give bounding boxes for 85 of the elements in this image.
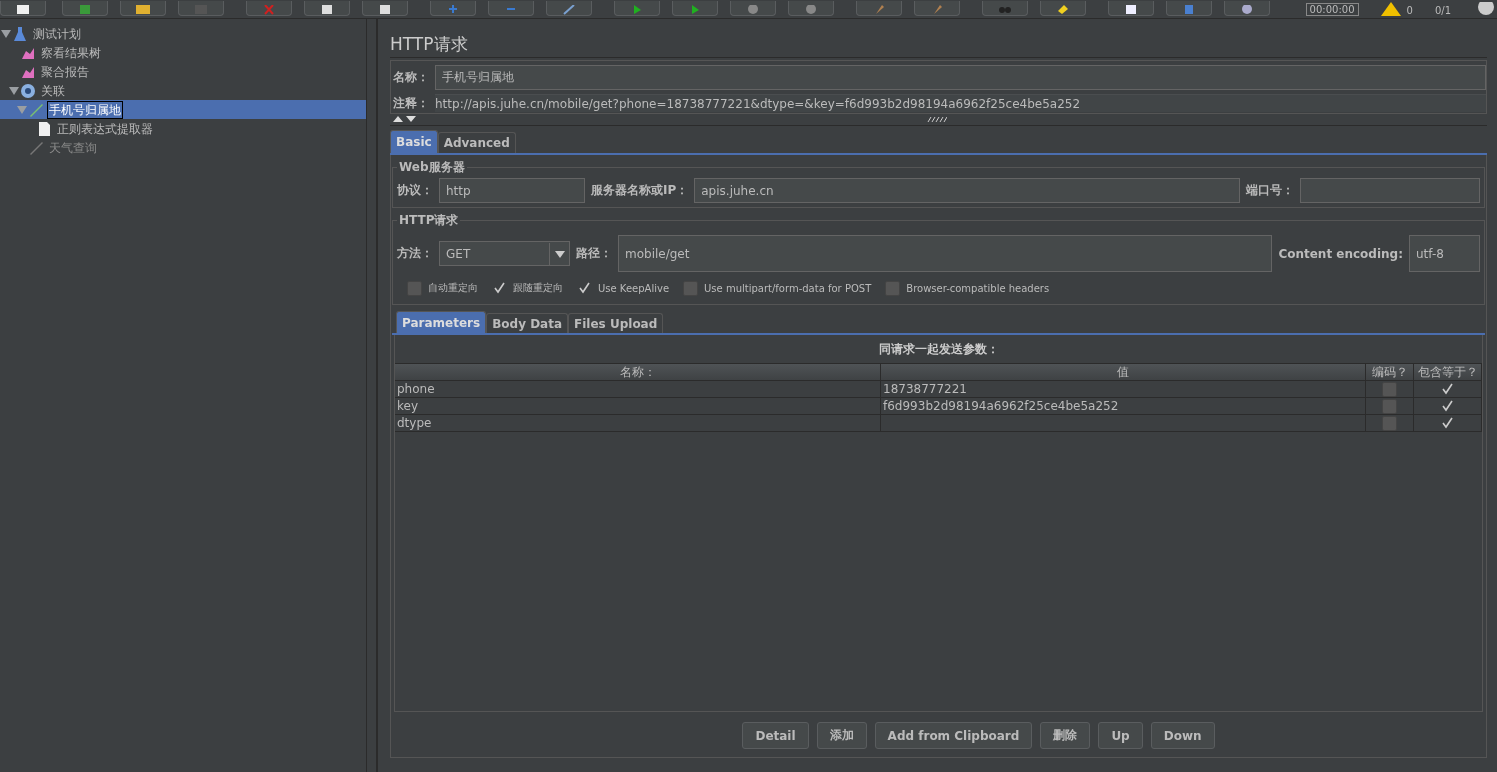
field-label: 方法：: [397, 245, 433, 262]
document-icon: [36, 120, 52, 137]
panel-title: HTTP请求: [390, 33, 1487, 58]
name-field[interactable]: 手机号归属地: [435, 64, 1486, 90]
tab[interactable]: Basic: [390, 130, 438, 153]
checkbox-label: 自动重定向: [428, 281, 478, 295]
checkmark-icon: [578, 281, 591, 295]
checkbox[interactable]: [1440, 381, 1455, 397]
checkbox-label: 跟随重定向: [513, 281, 563, 295]
tree-item[interactable]: 聚合报告: [39, 62, 91, 81]
field-label: 服务器名称或IP：: [591, 182, 689, 199]
field-label: 端口号：: [1246, 182, 1294, 199]
checkbox-label: Browser-compatible headers: [906, 282, 1050, 294]
checkmark-icon: [493, 281, 506, 295]
field-label: Content encoding:: [1278, 246, 1403, 261]
document-icon: [14, 5, 32, 15]
port-field[interactable]: [1300, 178, 1480, 203]
tree-item[interactable]: 关联: [39, 81, 67, 100]
checkbox[interactable]: [407, 280, 422, 296]
action-button[interactable]: Down: [1150, 722, 1215, 749]
group-title: Web服务器: [398, 159, 466, 176]
checkbox[interactable]: [885, 280, 901, 296]
column-header[interactable]: 名称：: [395, 364, 881, 380]
checkbox[interactable]: [1440, 415, 1455, 431]
group-title: HTTP请求: [398, 212, 460, 229]
toolbar-button[interactable]: [120, 1, 166, 16]
expand-toggle-icon[interactable]: [0, 28, 12, 39]
action-button[interactable]: Up: [1098, 722, 1143, 749]
table-cell: f6d993b2d98194a6962f25ce4be5a252: [881, 398, 1366, 414]
checkbox[interactable]: [1382, 415, 1397, 431]
column-header[interactable]: 包含等于？: [1414, 364, 1482, 380]
toolbar-button[interactable]: [1040, 1, 1086, 16]
action-button[interactable]: 删除: [1040, 722, 1091, 749]
action-button[interactable]: Add from Clipboard: [874, 722, 1033, 749]
action-button[interactable]: Detail: [742, 722, 809, 749]
field-label: 注释：: [393, 94, 429, 112]
checkbox-label: Use KeepAlive: [598, 282, 670, 294]
comment-field[interactable]: http://apis.juhe.cn/mobile/get?phone=18738777221&dtype=&key=f6d993b2d98194a6962f25ce4be5a252: [435, 94, 1486, 112]
path-field[interactable]: mobile/get: [618, 235, 1273, 272]
tab[interactable]: Parameters: [396, 311, 487, 333]
encoding-field[interactable]: utf-8: [1409, 235, 1480, 272]
thread-count: 0/1: [1434, 5, 1451, 16]
flask-icon: [12, 25, 28, 42]
table-cell: dtype: [395, 415, 881, 431]
checkbox[interactable]: [1382, 398, 1397, 414]
server-field[interactable]: apis.juhe.cn: [694, 178, 1240, 203]
field-label: 路径：: [576, 245, 612, 262]
checkbox[interactable]: [683, 280, 699, 296]
field-label: 协议：: [397, 182, 433, 199]
table-cell: key: [395, 398, 881, 414]
field-label: 名称：: [393, 68, 429, 86]
expand-toggle-icon[interactable]: [8, 85, 20, 96]
tree-item[interactable]: 测试计划: [31, 24, 83, 43]
toolbar-button[interactable]: [1224, 1, 1270, 16]
tab[interactable]: Body Data: [486, 313, 569, 333]
expand-toggle-icon[interactable]: [16, 104, 28, 115]
gear-icon: [20, 82, 36, 99]
table-title: 同请求一起发送参数：: [877, 340, 1000, 358]
action-button[interactable]: 添加: [816, 722, 867, 749]
warning-count: 0: [1406, 5, 1413, 16]
tree-item[interactable]: 察看结果树: [39, 43, 103, 62]
checkbox[interactable]: [1382, 381, 1397, 397]
table-cell: 18738777221: [881, 381, 1366, 397]
toolbar-button[interactable]: [1108, 1, 1154, 16]
checkbox[interactable]: [1440, 398, 1455, 414]
toolbar-button[interactable]: [0, 1, 46, 16]
grip-icon[interactable]: [927, 117, 947, 122]
toolbar-button[interactable]: [362, 1, 408, 16]
binoculars-icon: [996, 5, 1014, 15]
collapse-arrows-icon[interactable]: [392, 116, 418, 123]
tab[interactable]: Files Upload: [568, 313, 664, 333]
warning-icon: [1380, 2, 1401, 16]
folder-icon: [134, 5, 152, 15]
protocol-field[interactable]: http: [439, 178, 585, 203]
method-dropdown[interactable]: GET: [439, 241, 570, 266]
toolbar-button[interactable]: [304, 1, 350, 16]
column-header[interactable]: 编码？: [1366, 364, 1414, 380]
tree-item[interactable]: 正则表达式提取器: [55, 119, 155, 138]
elapsed-time: 00:00:00: [1305, 3, 1359, 16]
tab[interactable]: Advanced: [437, 132, 516, 153]
checkbox[interactable]: [577, 280, 592, 296]
checkbox[interactable]: [492, 280, 507, 296]
column-header[interactable]: 值: [881, 364, 1366, 380]
table-cell: phone: [395, 381, 881, 397]
checkbox-label: Use multipart/form-data for POST: [704, 282, 872, 294]
